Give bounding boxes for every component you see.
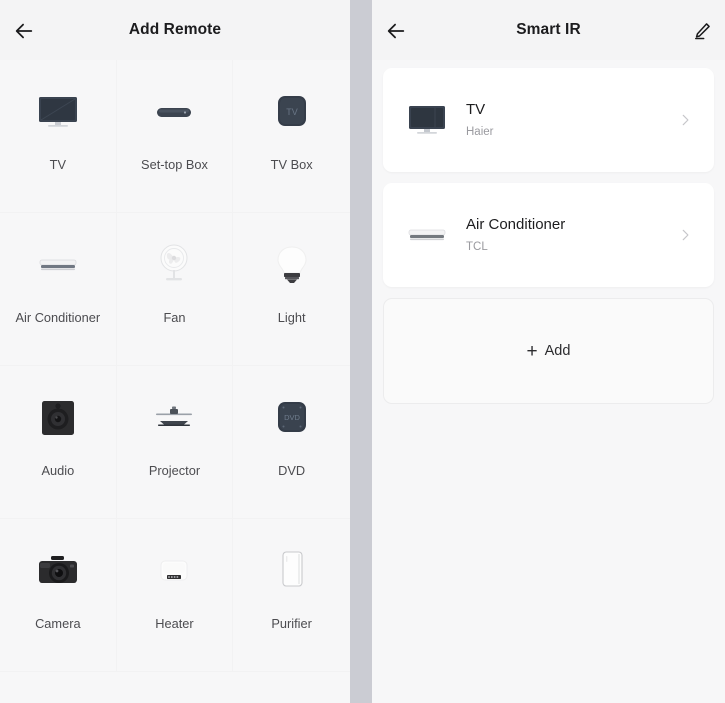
device-cell-light[interactable]: Light (233, 213, 350, 366)
page-title-right: Smart IR (516, 21, 581, 38)
svg-text:TV: TV (286, 107, 298, 117)
chevron-right-icon (678, 113, 692, 127)
device-cell-camera[interactable]: Camera (0, 519, 117, 672)
projector-icon (148, 392, 200, 444)
remote-name: Air Conditioner (466, 215, 566, 233)
arrow-left-icon (385, 20, 407, 42)
remote-name: TV (466, 100, 486, 118)
device-label: Fan (163, 310, 186, 325)
audio-speaker-icon (32, 392, 84, 444)
back-button-right[interactable] (381, 16, 411, 46)
page-title-left: Add Remote (128, 21, 222, 38)
heater-icon (148, 545, 200, 597)
device-cell-set-top-box[interactable]: Set-top Box (116, 60, 234, 213)
remote-list: TV Haier Air Conditioner TCL + Add (372, 60, 725, 404)
air-conditioner-icon (404, 212, 450, 258)
edit-button[interactable] (687, 16, 717, 46)
device-cell-fan[interactable]: Fan (116, 213, 234, 366)
tv-box-icon: TV (266, 86, 318, 138)
device-label: Purifier (271, 616, 312, 631)
device-label: TV Box (270, 157, 313, 172)
device-label: DVD (278, 463, 306, 478)
set-top-box-icon (148, 86, 200, 138)
pencil-edit-icon (692, 21, 712, 41)
remote-brand: TCL (466, 240, 488, 253)
dvd-player-icon: DVD (266, 392, 318, 444)
device-type-grid: TV Set-top Box TV TV Box Air Conditioner… (0, 60, 350, 672)
device-cell-tv[interactable]: TV (0, 60, 117, 213)
air-conditioner-icon (32, 239, 84, 291)
air-purifier-icon (266, 545, 318, 597)
device-label: Light (277, 310, 306, 325)
device-cell-projector[interactable]: Projector (116, 366, 234, 519)
fan-icon (148, 239, 200, 291)
svg-text:DVD: DVD (284, 413, 300, 422)
arrow-left-icon (13, 20, 35, 42)
device-cell-air-conditioner[interactable]: Air Conditioner (0, 213, 117, 366)
screen-divider (350, 0, 372, 703)
back-button-left[interactable] (9, 16, 39, 46)
device-label: Projector (148, 463, 201, 478)
add-button-content: + Add (527, 342, 571, 361)
light-bulb-icon (266, 239, 318, 291)
dual-screen-container: Add Remote TV Set-top Box TV TV Box Air … (0, 0, 725, 703)
add-remote-button[interactable]: + Add (383, 298, 714, 404)
device-label: TV (49, 157, 66, 172)
device-cell-tv-box[interactable]: TV TV Box (233, 60, 350, 213)
left-app-bar: Add Remote (0, 0, 350, 60)
plus-icon: + (526, 340, 538, 362)
remote-card-tv[interactable]: TV Haier (383, 68, 714, 172)
device-cell-purifier[interactable]: Purifier (233, 519, 350, 672)
device-cell-audio[interactable]: Audio (0, 366, 117, 519)
device-label: Air Conditioner (15, 310, 101, 325)
tv-icon (404, 97, 450, 143)
device-label: Heater (155, 616, 194, 631)
remote-brand: Haier (466, 125, 494, 138)
smart-ir-screen: Smart IR TV Haier Air Conditioner TCL + … (372, 0, 725, 703)
device-label: Set-top Box (141, 157, 208, 172)
add-remote-screen: Add Remote TV Set-top Box TV TV Box Air … (0, 0, 350, 703)
device-label: Audio (41, 463, 75, 478)
tv-icon (32, 86, 84, 138)
device-label: Camera (35, 616, 81, 631)
remote-text-block: Air Conditioner TCL (466, 214, 565, 257)
add-button-label: Add (544, 343, 571, 359)
remote-text-block: TV Haier (466, 99, 493, 142)
camera-icon (32, 545, 84, 597)
chevron-right-icon (678, 228, 692, 242)
device-cell-heater[interactable]: Heater (116, 519, 234, 672)
remote-card-air-conditioner[interactable]: Air Conditioner TCL (383, 183, 714, 287)
right-app-bar: Smart IR (372, 0, 725, 60)
device-cell-dvd[interactable]: DVD DVD (233, 366, 350, 519)
